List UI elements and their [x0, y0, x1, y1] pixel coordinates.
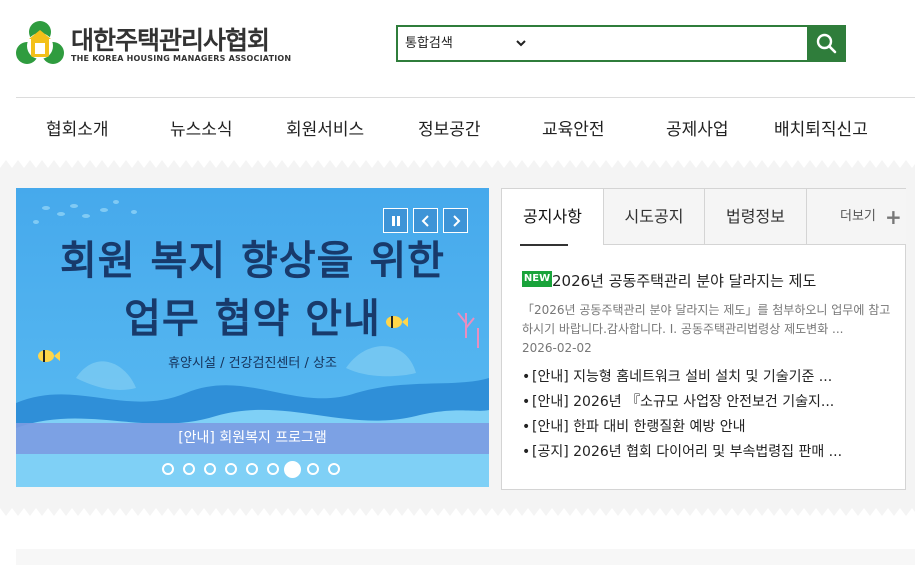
- chevron-right-icon: [452, 215, 460, 227]
- banner-dot[interactable]: [246, 463, 258, 475]
- search-scope-select[interactable]: 통합검색: [398, 27, 538, 60]
- banner-dot[interactable]: [162, 463, 174, 475]
- org-name-en: THE KOREA HOUSING MANAGERS ASSOCIATION: [71, 54, 292, 63]
- nav-item-mutual-aid[interactable]: 공제사업: [666, 115, 729, 140]
- search-bar: 통합검색: [396, 25, 846, 62]
- next-section-strip: [16, 549, 915, 565]
- nav-item-info[interactable]: 정보공간: [418, 115, 481, 140]
- new-badge: NEW: [522, 271, 552, 287]
- more-link[interactable]: 더보기 +: [806, 189, 906, 245]
- banner-next-button[interactable]: [443, 208, 468, 233]
- list-item[interactable]: • [안내] 2026년 『소규모 사업장 안전보건 기술지...: [522, 390, 892, 415]
- banner-caption[interactable]: [안내] 회원복지 프로그램: [16, 423, 489, 454]
- site-header: 대한주택관리사협회 THE KOREA HOUSING MANAGERS ASS…: [0, 0, 915, 98]
- search-icon: [816, 33, 837, 54]
- site-logo[interactable]: 대한주택관리사협회 THE KOREA HOUSING MANAGERS ASS…: [15, 19, 291, 69]
- main-banner-slider[interactable]: 회원 복지 향상을 위한 업무 협약 안내 휴양시설 / 건강검진센터 / 상조…: [16, 188, 489, 487]
- tab-regional-notice[interactable]: 시도공지: [603, 189, 704, 245]
- list-item-text: [공지] 2026년 협회 다이어리 및 부속법령집 판매 ...: [532, 444, 843, 460]
- banner-subtitle: 휴양시설 / 건강검진센터 / 상조: [168, 356, 337, 371]
- nav-item-about[interactable]: 협회소개: [46, 115, 109, 140]
- zigzag-divider-top: [0, 156, 915, 168]
- banner-dot[interactable]: [225, 463, 237, 475]
- nav-item-education[interactable]: 교육안전: [542, 115, 605, 140]
- search-button[interactable]: [807, 25, 846, 62]
- notice-panel: 공지사항 시도공지 법령정보 더보기 + NEW 2026년 공동주택관리 분야…: [501, 188, 906, 490]
- list-item[interactable]: • [공지] 2026년 협회 다이어리 및 부속법령집 판매 ...: [522, 440, 892, 465]
- tab-notice-label: 공지사항: [523, 207, 582, 226]
- zigzag-divider-bottom: [0, 508, 915, 520]
- notice-list: • [안내] 지능형 홈네트워크 설비 설치 및 기술기준 ... • [안내] 2…: [522, 365, 892, 465]
- chevron-left-icon: [421, 215, 429, 227]
- nav-item-news[interactable]: 뉴스소식: [170, 115, 233, 140]
- banner-prev-button[interactable]: [413, 208, 438, 233]
- search-scope-value: 통합검색: [405, 36, 453, 51]
- more-label: 더보기: [840, 209, 876, 224]
- banner-title-line2: 업무 협약 안내: [124, 296, 381, 342]
- org-name: 대한주택관리사협회: [71, 26, 270, 55]
- banner-dot[interactable]: [328, 463, 340, 475]
- banner-pause-button[interactable]: [383, 208, 408, 233]
- search-input[interactable]: [538, 27, 808, 60]
- nav-item-member-service[interactable]: 회원서비스: [286, 115, 364, 140]
- pause-icon: [391, 216, 400, 226]
- banner-dot[interactable]: [204, 463, 216, 475]
- tab-law-info[interactable]: 법령정보: [704, 189, 806, 245]
- main-nav: 협회소개 뉴스소식 회원서비스 정보공간 교육안전 공제사업 배치퇴직신고: [0, 98, 915, 156]
- list-item[interactable]: • [안내] 한파 대비 한랭질환 예방 안내: [522, 415, 892, 440]
- plus-icon: +: [885, 205, 902, 229]
- list-item[interactable]: • [안내] 지능형 홈네트워크 설비 설치 및 기술기준 ...: [522, 365, 892, 390]
- nav-item-placement[interactable]: 배치퇴직신고: [774, 115, 868, 140]
- featured-notice-title[interactable]: 2026년 공동주택관리 분야 달라지는 제도: [552, 270, 816, 291]
- chevron-down-icon: [516, 27, 526, 73]
- tab-notice[interactable]: 공지사항: [502, 189, 603, 246]
- banner-dot[interactable]: [307, 463, 319, 475]
- list-item-text: [안내] 한파 대비 한랭질환 예방 안내: [532, 419, 746, 435]
- featured-notice-date: 2026-02-02: [522, 341, 592, 355]
- list-item-text: [안내] 지능형 홈네트워크 설비 설치 및 기술기준 ...: [532, 369, 833, 385]
- banner-title-line1: 회원 복지 향상을 위한: [60, 238, 445, 284]
- tab-active-underline: [520, 244, 568, 246]
- logo-emblem-icon: [16, 21, 64, 64]
- list-item-text: [안내] 2026년 『소규모 사업장 안전보건 기술지...: [532, 394, 835, 410]
- banner-dot[interactable]: [183, 463, 195, 475]
- banner-dot-active[interactable]: [284, 461, 301, 478]
- featured-notice-desc[interactable]: 「2026년 공동주택관리 분야 달라지는 제도」를 첨부하오니 업무에 참고하…: [522, 301, 892, 339]
- banner-dot[interactable]: [267, 463, 279, 475]
